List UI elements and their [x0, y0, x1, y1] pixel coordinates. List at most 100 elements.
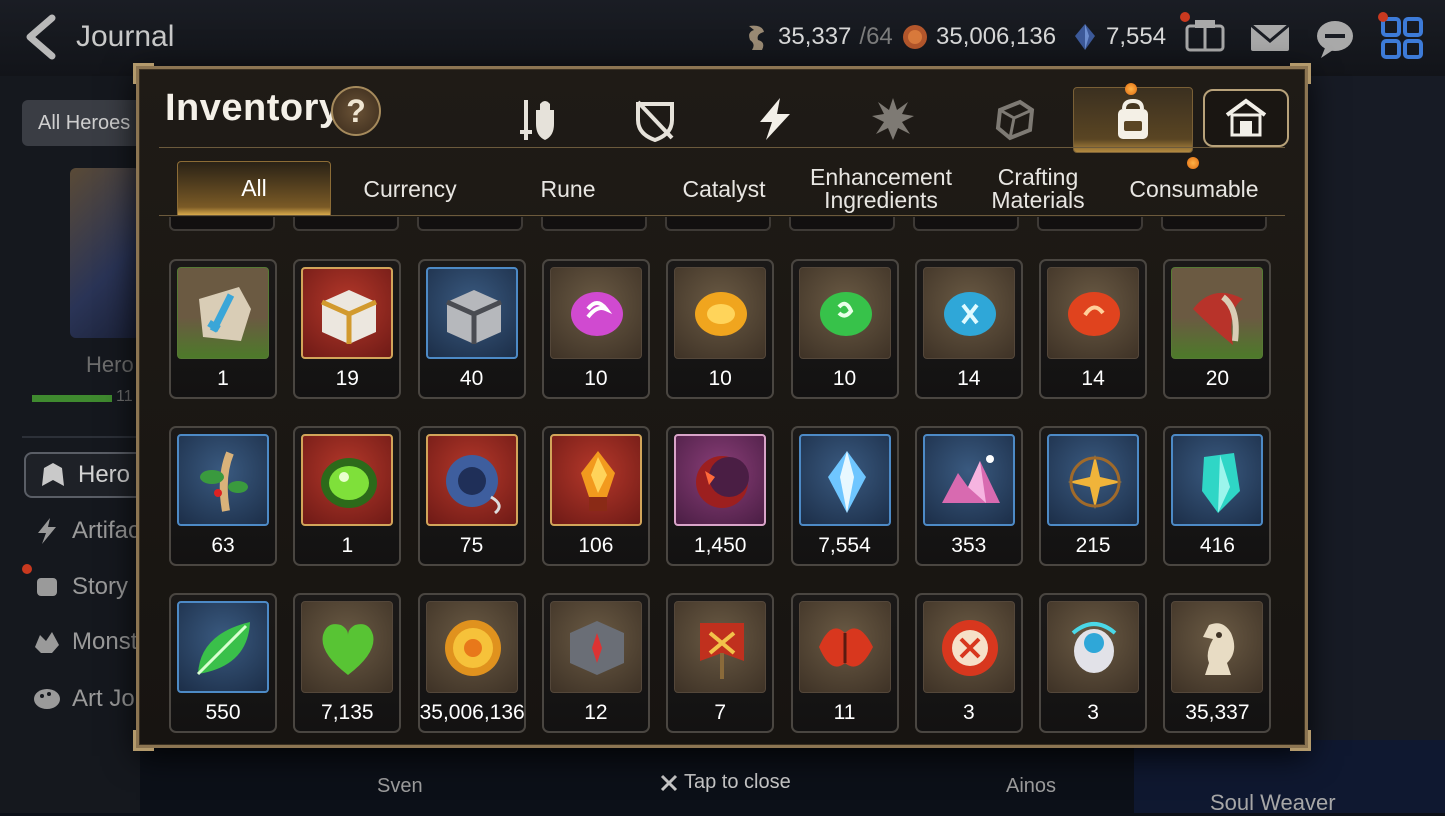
item-quantity: 215 — [1075, 534, 1111, 557]
crystal-display[interactable]: 7,554 — [1072, 22, 1166, 52]
inventory-item-slot[interactable]: 35,337 — [1163, 593, 1272, 733]
frame-corner — [1290, 63, 1311, 84]
item-quantity: 10 — [708, 367, 732, 390]
partial-item-slot[interactable]: 27 — [789, 217, 895, 231]
inventory-item-slot[interactable]: 3 — [914, 593, 1023, 733]
close-icon — [660, 774, 678, 791]
tab-broken-gear[interactable] — [625, 89, 685, 149]
item-art — [301, 267, 394, 359]
item-quantity: 11 — [833, 701, 856, 724]
inventory-item-slot[interactable]: 550 — [169, 593, 277, 733]
stamina-display[interactable]: 35,337/64 — [744, 22, 893, 52]
subtab-crafting-materials[interactable]: Crafting Materials — [963, 163, 1113, 215]
pink-mountain-crystal-icon — [941, 455, 1000, 503]
partial-item-slot[interactable]: 48 — [417, 217, 523, 231]
inventory-item-slot[interactable]: 14 — [1039, 259, 1148, 399]
subtab-all[interactable]: All — [177, 161, 331, 215]
inventory-item-slot[interactable]: 63 — [169, 426, 277, 566]
shop-icon[interactable] — [1183, 16, 1227, 60]
subtab-enhancement-ingredients[interactable]: Enhancement Ingredients — [806, 163, 956, 215]
notification-dot — [1180, 12, 1190, 22]
item-art — [425, 434, 518, 526]
subtab-consumable[interactable]: Consumable — [1119, 163, 1269, 215]
glowing-leaf-icon — [196, 622, 250, 676]
item-quantity: 7 — [714, 701, 727, 724]
partial-item-slot[interactable]: 48 — [665, 217, 771, 231]
item-art — [1047, 434, 1140, 526]
inventory-item-slot[interactable]: 106 — [541, 426, 650, 566]
menu-grid-icon[interactable] — [1380, 16, 1424, 60]
inventory-item-slot[interactable]: 416 — [1163, 426, 1272, 566]
tap-to-close[interactable]: Tap to close — [660, 771, 791, 794]
tab-inventory-bag[interactable] — [1073, 87, 1193, 153]
inventory-item-slot[interactable]: 353 — [914, 426, 1023, 566]
tab-artifacts[interactable] — [745, 89, 805, 149]
item-quantity: 14 — [957, 367, 981, 390]
inventory-item-slot[interactable]: 1,450 — [666, 426, 775, 566]
inventory-item-slot[interactable]: 14 — [914, 259, 1023, 399]
scroll-icon — [37, 578, 57, 596]
chess-knight-icon — [1203, 623, 1235, 675]
tab-materials[interactable] — [985, 89, 1045, 149]
back-arrow-icon[interactable] — [22, 14, 62, 60]
item-quantity: 106 — [578, 534, 614, 557]
inventory-item-slot[interactable]: 7,554 — [790, 426, 899, 566]
subtab-currency[interactable]: Currency — [335, 163, 485, 215]
inventory-item-slot[interactable]: 12 — [541, 593, 650, 733]
inventory-item-slot[interactable]: 1 — [169, 259, 277, 399]
item-art — [922, 434, 1015, 526]
item-quantity: 48 — [461, 217, 479, 220]
inventory-item-slot[interactable]: 7 — [666, 593, 775, 733]
item-quantity: 27 — [833, 217, 851, 220]
inventory-item-slot[interactable]: 215 — [1039, 426, 1148, 566]
item-art — [798, 601, 891, 693]
inventory-item-slot[interactable]: 7,135 — [293, 593, 402, 733]
item-quantity: 27 — [585, 217, 603, 220]
mail-icon[interactable] — [1248, 16, 1292, 60]
inventory-item-slot[interactable]: 35,006,136 — [417, 593, 526, 733]
gold-display[interactable]: 35,006,136 — [902, 22, 1056, 52]
partial-item-slot[interactable]: 48 — [913, 217, 1019, 231]
inventory-grid[interactable]: 43 1 48 27 48 27 48 1 5 1 19 40 10 10 10 14 14 20 63 1 75 10… — [159, 217, 1285, 737]
herb-root-icon — [200, 451, 248, 512]
green-orb-icon — [321, 458, 378, 508]
partial-item-slot[interactable]: 43 — [169, 217, 275, 231]
inventory-item-slot[interactable]: 10 — [541, 259, 650, 399]
notification-dot — [22, 564, 32, 574]
teal-crystal-icon — [1202, 453, 1241, 513]
inventory-item-slot[interactable]: 19 — [293, 259, 402, 399]
frame-corner — [133, 730, 154, 751]
sky-crystal-icon — [827, 451, 866, 513]
inventory-item-slot[interactable]: 10 — [666, 259, 775, 399]
inventory-item-slot[interactable]: 40 — [417, 259, 526, 399]
tab-equipment[interactable] — [507, 89, 567, 149]
partial-item-slot[interactable]: 5 — [1161, 217, 1267, 231]
inventory-item-slot[interactable]: 10 — [790, 259, 899, 399]
help-button[interactable]: ? — [331, 86, 381, 136]
all-heroes-filter[interactable]: All Heroes — [22, 100, 142, 146]
partial-item-slot[interactable]: 27 — [541, 217, 647, 231]
item-quantity: 7,554 — [818, 534, 871, 557]
inventory-item-slot[interactable]: 1 — [293, 426, 402, 566]
chat-icon[interactable] — [1313, 16, 1357, 60]
red-seal-badge-icon — [941, 620, 998, 676]
inventory-item-slot[interactable]: 75 — [417, 426, 526, 566]
inventory-item-slot[interactable]: 11 — [790, 593, 899, 733]
tab-storage[interactable] — [1203, 89, 1289, 147]
spiky-artifact-icon — [872, 98, 914, 140]
inventory-item-slot[interactable]: 20 — [1163, 259, 1272, 399]
item-quantity: 1,450 — [693, 534, 747, 557]
subtab-catalyst[interactable]: Catalyst — [649, 163, 799, 215]
partial-item-slot[interactable]: 1 — [293, 217, 399, 231]
partial-item-slot[interactable]: 1 — [1037, 217, 1143, 231]
item-art — [177, 601, 269, 693]
material-cube-icon — [995, 99, 1035, 141]
palette-icon — [34, 689, 60, 709]
journal-book-art — [70, 168, 140, 338]
inventory-item-slot[interactable]: 3 — [1039, 593, 1148, 733]
sidebar-item-story[interactable]: Story — [32, 572, 128, 602]
yellow-rune-icon — [695, 292, 748, 336]
tab-catalyst-spiky[interactable] — [863, 89, 923, 149]
frame-corner — [133, 63, 154, 84]
subtab-rune[interactable]: Rune — [493, 163, 643, 215]
